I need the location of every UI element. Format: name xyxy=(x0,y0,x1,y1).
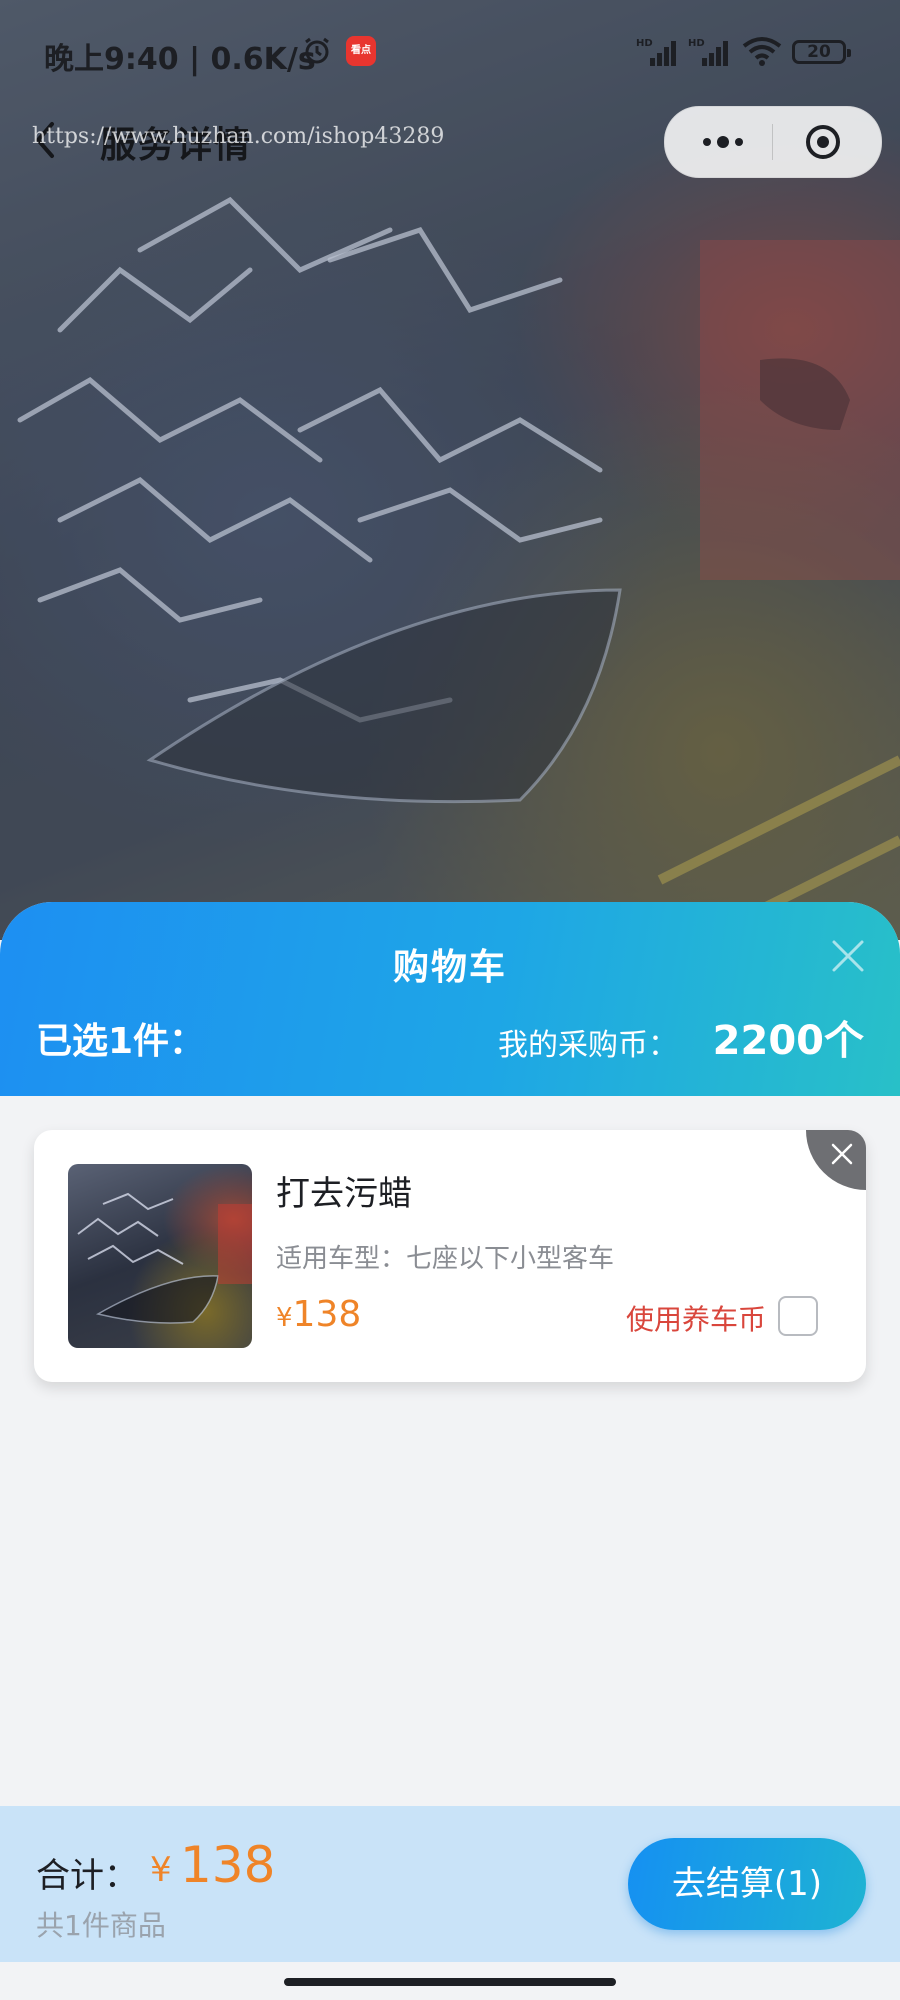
item-thumbnail xyxy=(68,1164,252,1348)
purchase-coins-value: 2200个 xyxy=(712,1018,864,1064)
item-price-symbol: ¥ xyxy=(276,1303,293,1333)
item-vehicle-type: 适用车型：七座以下小型客车 xyxy=(276,1244,615,1274)
navigation-bar: 服务详情 https://www.huzhan.com/ishop43289 xyxy=(0,100,900,194)
thumbnail-car-image xyxy=(77,1192,252,1324)
item-name: 打去污蜡 xyxy=(276,1174,412,1214)
total-amount: 138 xyxy=(180,1836,276,1894)
cart-title: 购物车 xyxy=(392,947,507,988)
checkout-footer: 合计： ¥ 138 共1件商品 去结算(1) xyxy=(0,1806,900,1962)
purchase-coins-label: 我的采购币： xyxy=(498,1028,678,1063)
status-bar: 晚上9:40 | 0.6K/s 看点 HD HD 20 xyxy=(0,0,900,100)
item-count: 共1件商品 xyxy=(36,1909,166,1942)
status-time: 晚上9:40 | 0.6K/s xyxy=(44,42,316,77)
wifi-icon xyxy=(742,37,782,66)
svg-text:HD: HD xyxy=(636,38,653,49)
item-price: ¥138 xyxy=(276,1294,361,1335)
selected-count: 已选1件： xyxy=(36,1021,206,1062)
watermark-text: https://www.huzhan.com/ishop43289 xyxy=(32,124,445,149)
home-indicator xyxy=(284,1978,616,1986)
signal-hd-1-icon: HD xyxy=(636,38,676,66)
remove-item-button[interactable] xyxy=(806,1130,866,1190)
alarm-icon xyxy=(305,37,329,64)
mini-program-capsule xyxy=(664,106,882,178)
close-mini-program-icon[interactable] xyxy=(805,124,841,160)
total-label: 合计： xyxy=(36,1856,138,1896)
use-car-coin-checkbox[interactable] xyxy=(778,1296,818,1336)
cart-item-card: 打去污蜡 适用车型：七座以下小型客车 ¥138 使用养车币 xyxy=(34,1130,866,1382)
close-icon[interactable] xyxy=(830,938,866,974)
item-price-value: 138 xyxy=(292,1294,362,1335)
total-currency: ¥ xyxy=(150,1850,172,1890)
signal-hd-2-icon: HD xyxy=(688,38,728,66)
app-notification-icon: 看点 xyxy=(346,36,376,66)
close-icon xyxy=(831,1143,853,1165)
use-car-coin-label: 使用养车币 xyxy=(625,1303,766,1336)
capsule-divider xyxy=(772,124,773,160)
svg-text:HD: HD xyxy=(688,38,705,49)
battery-icon: 20 xyxy=(792,40,851,64)
checkout-button[interactable]: 去结算(1) xyxy=(628,1838,866,1930)
more-dots-icon[interactable] xyxy=(693,127,753,157)
cart-header: 购物车 已选1件： 我的采购币： 2200个 xyxy=(0,902,900,1096)
